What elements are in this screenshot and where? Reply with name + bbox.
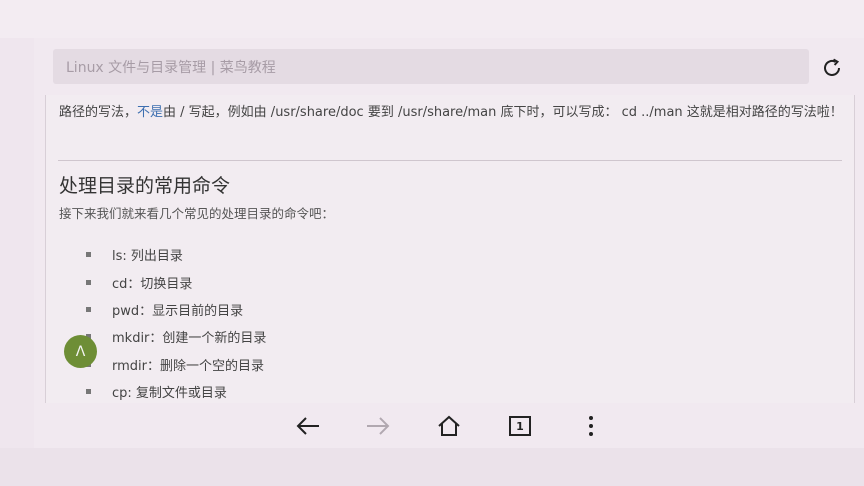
list-item: rmdir：删除一个空的目录 [86, 351, 266, 378]
list-item: cp: 复制文件或目录 [86, 378, 266, 403]
menu-button[interactable] [576, 412, 606, 440]
list-item-text: pwd：显示目前的目录 [112, 303, 244, 319]
address-bar[interactable]: Linux 文件与目录管理 | 菜鸟教程 [53, 49, 809, 84]
tabs-count-wrap: 1 [509, 416, 531, 436]
home-button[interactable] [434, 412, 464, 440]
article-paragraph: 路径的写法，不是由 / 写起，例如由 /usr/share/doc 要到 /us… [59, 99, 843, 127]
para-highlight-link[interactable]: 不是 [137, 105, 163, 120]
list-item: mkdir：创建一个新的目录 [86, 323, 266, 350]
command-list: ls: 列出目录 cd：切换目录 pwd：显示目前的目录 mkdir：创建一个新… [86, 241, 266, 403]
back-arrow-icon [296, 417, 319, 435]
back-button[interactable] [293, 412, 323, 440]
back-to-top-button[interactable]: Λ [64, 335, 97, 368]
bullet-icon [86, 279, 91, 285]
reload-icon [824, 58, 840, 76]
bullet-icon [86, 389, 91, 395]
browser-nav-bar: 1 [34, 404, 864, 448]
page-content: 路径的写法，不是由 / 写起，例如由 /usr/share/doc 要到 /us… [45, 95, 855, 403]
caret-up-icon: Λ [75, 343, 86, 360]
bullet-icon [86, 306, 91, 312]
section-intro: 接下来我们就来看几个常见的处理目录的命令吧： [59, 206, 335, 221]
section-divider [58, 160, 842, 161]
forward-arrow-icon [367, 417, 390, 435]
tab-count: 1 [516, 419, 524, 433]
bottom-band [0, 448, 864, 486]
para-part1: 路径的写法， [59, 105, 138, 120]
list-item-text: cd：切换目录 [112, 276, 193, 292]
top-band [0, 0, 864, 38]
section-heading: 处理目录的常用命令 [59, 175, 231, 197]
bullet-icon [86, 252, 91, 258]
forward-button[interactable] [363, 412, 393, 440]
list-item-text: cp: 复制文件或目录 [112, 386, 227, 402]
list-item: cd：切换目录 [86, 268, 266, 295]
tabs-button[interactable]: 1 [505, 412, 535, 440]
para-part2: 由 / 写起，例如由 /usr/share/doc 要到 /usr/share/… [163, 105, 843, 120]
list-item: ls: 列出目录 [86, 241, 266, 268]
address-bar-text: Linux 文件与目录管理 | 菜鸟教程 [66, 59, 276, 76]
more-vertical-icon [589, 416, 593, 436]
list-item-text: rmdir：删除一个空的目录 [112, 358, 264, 374]
home-icon [438, 415, 460, 436]
list-item-text: mkdir：创建一个新的目录 [112, 331, 267, 347]
list-item-text: ls: 列出目录 [112, 249, 183, 265]
reload-button[interactable] [819, 55, 845, 81]
list-item: pwd：显示目前的目录 [86, 296, 266, 323]
